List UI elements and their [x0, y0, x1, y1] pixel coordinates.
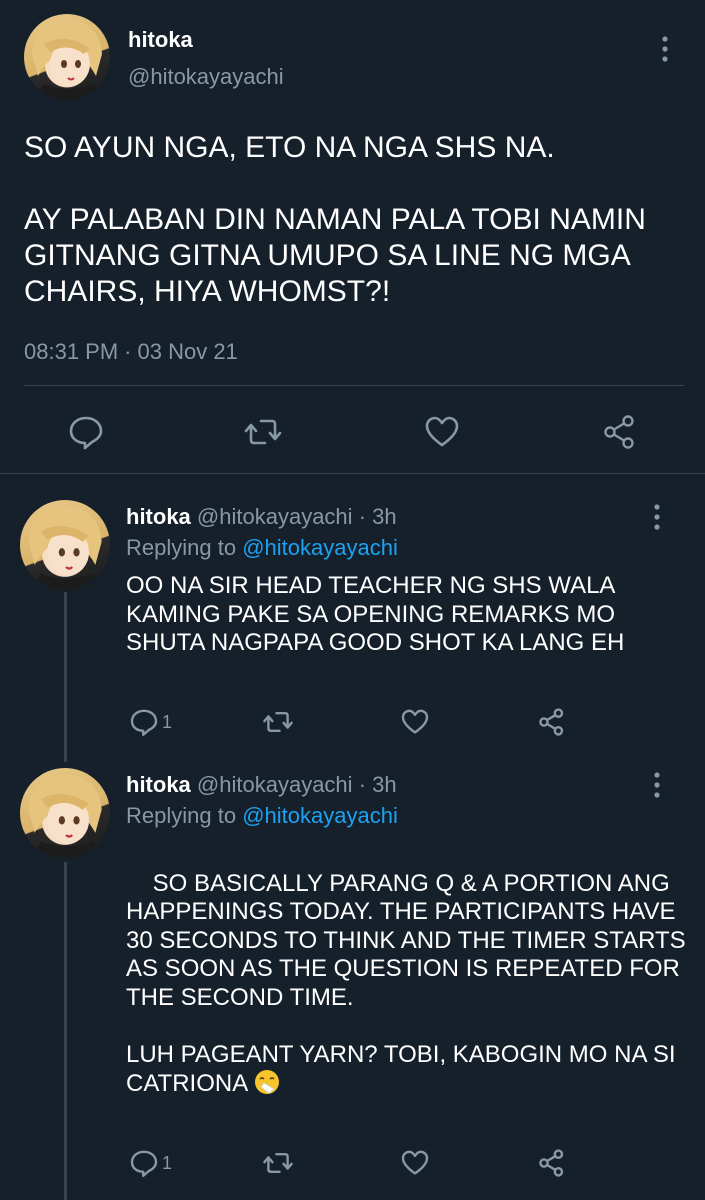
heart-icon: [401, 1150, 429, 1175]
retweet-button[interactable]: [243, 412, 283, 452]
reply-text: OO NA SIR HEAD TEACHER NG SHS WALA KAMIN…: [126, 572, 625, 656]
meta-separator: ·: [358, 772, 367, 797]
reply-count: 1: [162, 711, 173, 732]
avatar-image: [32, 20, 104, 100]
vertical-dots-icon: [654, 504, 660, 530]
meta-separator: ·: [124, 339, 132, 364]
speech-bubble-icon: [130, 709, 158, 736]
reply-author-name[interactable]: hitoka: [126, 772, 191, 797]
retweet-button[interactable]: [262, 1147, 294, 1179]
divider: [0, 473, 705, 474]
thread-connector-line: [64, 862, 67, 1200]
replying-to-label: Replying to: [126, 535, 237, 560]
retweet-icon: [263, 1153, 293, 1173]
replying-to-label: Replying to: [126, 803, 237, 828]
divider: [24, 385, 684, 386]
share-button[interactable]: [600, 412, 640, 452]
replying-to: Replying to @hitokayayachi: [126, 535, 398, 561]
reply-header: hitoka @hitokayayachi · 3h: [126, 772, 397, 798]
speech-bubble-icon: [130, 1150, 158, 1177]
share-button[interactable]: [536, 1147, 568, 1179]
retweet-icon: [244, 419, 282, 445]
tweet-time: 08:31 PM: [24, 339, 119, 364]
reply-count: 1: [162, 1152, 173, 1173]
reply-avatar[interactable]: [20, 500, 110, 590]
more-options-button[interactable]: [647, 502, 667, 532]
share-icon: [539, 708, 564, 736]
main-tweet-timestamp: 08:31 PM · 03 Nov 21: [24, 339, 238, 365]
retweet-icon: [263, 712, 293, 732]
heart-icon: [425, 416, 459, 447]
reply-text-block: SO BASICALLY PARANG Q & A PORTION ANG HA…: [126, 841, 686, 1127]
avatar-image: [28, 506, 104, 590]
reply-text: SO BASICALLY PARANG Q & A PORTION ANG HA…: [126, 869, 686, 1098]
tweet-date: 03 Nov 21: [137, 339, 238, 364]
main-author-name[interactable]: hitoka: [128, 27, 193, 53]
share-icon: [604, 415, 634, 449]
reply-button[interactable]: 1: [128, 1147, 172, 1179]
retweet-button[interactable]: [262, 706, 294, 738]
like-button[interactable]: [399, 1147, 431, 1179]
share-button[interactable]: [536, 706, 568, 738]
main-avatar[interactable]: [24, 14, 110, 100]
sneezing-face-emoji: [255, 1070, 280, 1094]
replying-to: Replying to @hitokayayachi: [126, 803, 398, 829]
meta-separator: ·: [358, 504, 367, 529]
reply-avatar[interactable]: [20, 768, 110, 858]
share-icon: [539, 1149, 564, 1177]
heart-icon: [401, 709, 429, 734]
reply-time[interactable]: 3h: [372, 772, 396, 797]
more-options-button[interactable]: [655, 34, 675, 64]
replying-to-mention[interactable]: @hitokayayachi: [242, 535, 398, 560]
reply-time[interactable]: 3h: [372, 504, 396, 529]
avatar-image: [28, 774, 104, 858]
reply-author-handle[interactable]: @hitokayayachi: [197, 772, 353, 797]
reply-author-handle[interactable]: @hitokayayachi: [197, 504, 353, 529]
vertical-dots-icon: [654, 772, 660, 798]
vertical-dots-icon: [662, 36, 668, 62]
main-tweet-text: SO AYUN NGA, ETO NA NGA SHS NA. AY PALAB…: [24, 131, 646, 308]
reply-button[interactable]: 1: [128, 706, 172, 738]
reply-header: hitoka @hitokayayachi · 3h: [126, 504, 397, 530]
like-button[interactable]: [399, 706, 431, 738]
replying-to-mention[interactable]: @hitokayayachi: [242, 803, 398, 828]
main-author-handle[interactable]: @hitokayayachi: [128, 64, 284, 90]
reply-author-name[interactable]: hitoka: [126, 504, 191, 529]
thread-connector-line: [64, 592, 67, 762]
like-button[interactable]: [422, 412, 462, 452]
speech-bubble-icon: [69, 416, 103, 450]
main-action-bar: [0, 410, 705, 454]
tweet-thread: hitoka @hitokayayachi SO AYUN NGA, ETO N…: [0, 0, 705, 1200]
reply-button[interactable]: [66, 412, 106, 452]
more-options-button[interactable]: [647, 770, 667, 800]
